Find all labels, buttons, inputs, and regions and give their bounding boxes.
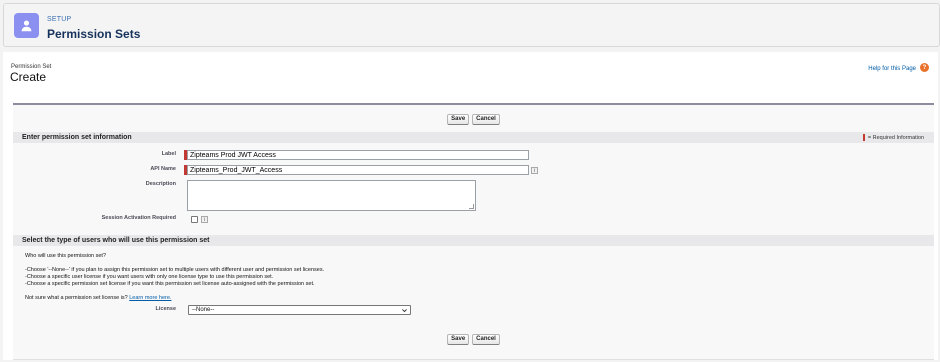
create-form: Save Cancel Enter permission set informa… [13,103,934,360]
bottom-button-row: Save Cancel [13,334,934,345]
users-bullet-3: -Choose a specific permission set licens… [25,281,315,287]
description-textarea[interactable] [187,180,476,211]
resize-handle-icon[interactable] [469,204,474,209]
page-heading: Permission Sets [47,27,141,41]
page-title: Create [10,70,47,84]
top-button-row: Save Cancel [13,114,934,125]
section-header-info: Enter permission set information = Requi… [13,132,934,143]
license-field-label: License [155,306,176,312]
cancel-button[interactable]: Cancel [472,334,500,345]
license-select-value: --None-- [192,307,215,313]
label-field-label: Label [161,151,176,157]
required-legend-text: = Required Information [867,134,924,141]
api-name-field-label: API Name [150,166,176,172]
api-name-input[interactable]: Zipteams_Prod_JWT_Access [187,165,529,175]
required-legend: = Required Information [862,134,924,141]
page-body: Permission Set Create Help for this Page… [3,52,938,360]
setup-header: SETUP Permission Sets [3,3,940,47]
license-help-text: Not sure what a permission set license i… [25,295,171,301]
user-icon [14,13,39,38]
users-bullet-1: -Choose '--None--' if you plan to assign… [25,267,325,273]
label-input[interactable]: Zipteams Prod JWT Access [187,150,529,160]
chevron-down-icon [402,309,407,313]
session-activation-label: Session Activation Required [101,215,176,221]
api-name-info-icon[interactable]: i [531,167,538,174]
setup-kicker: SETUP [47,16,72,23]
not-sure-text: Not sure what a permission set license i… [25,295,128,301]
license-select[interactable]: --None-- [188,305,411,315]
save-button[interactable]: Save [447,114,470,125]
section-title-info: Enter permission set information [22,134,132,141]
help-link[interactable]: Help for this Page [868,66,916,72]
help-icon[interactable]: ? [920,63,929,72]
cancel-button[interactable]: Cancel [472,114,500,125]
required-marker-icon [862,134,865,141]
users-bullet-2: -Choose a specific user license if you w… [25,274,274,280]
session-activation-info-icon[interactable]: i [201,216,208,223]
session-activation-checkbox[interactable] [191,216,198,223]
save-button[interactable]: Save [447,334,470,345]
description-field-label: Description [145,181,176,187]
users-question: Who will use this permission set? [25,253,107,259]
learn-more-link[interactable]: Learn more here. [129,295,171,301]
section-title-users: Select the type of users who will use th… [22,237,210,244]
section-header-users: Select the type of users who will use th… [13,235,934,246]
